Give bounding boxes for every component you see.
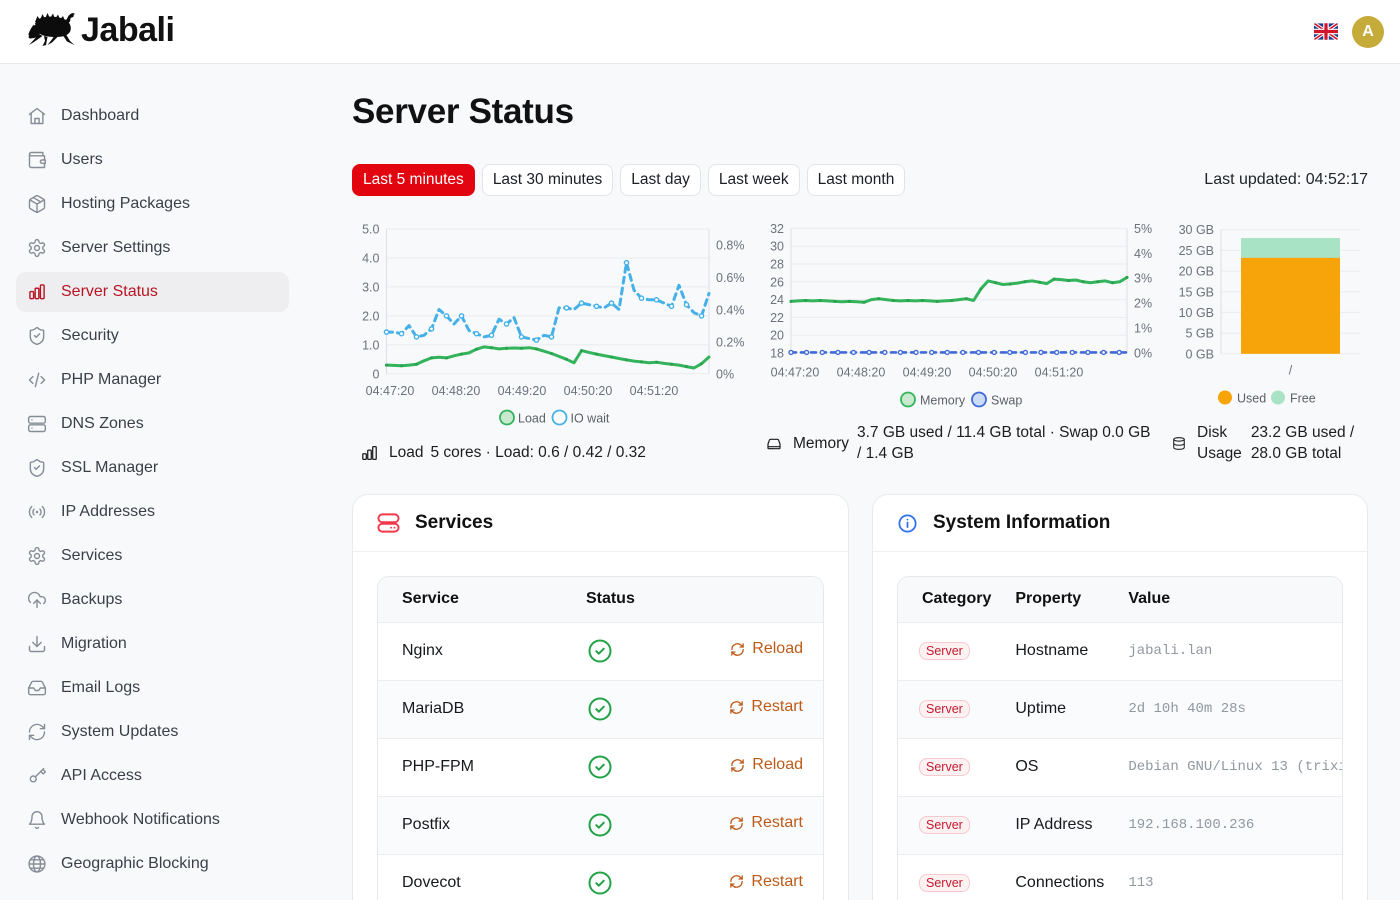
- svg-text:3%: 3%: [1134, 272, 1152, 286]
- svg-text:10 GB: 10 GB: [1179, 306, 1214, 320]
- svg-text:04:48:20: 04:48:20: [432, 384, 481, 398]
- svg-text:20 GB: 20 GB: [1179, 265, 1214, 279]
- svg-text:32: 32: [770, 222, 784, 236]
- svg-text:5.0: 5.0: [362, 223, 379, 237]
- svg-text:04:51:20: 04:51:20: [1035, 366, 1084, 380]
- svg-text:3.0: 3.0: [362, 280, 379, 294]
- svg-text:0.2%: 0.2%: [716, 336, 745, 350]
- svg-text:04:48:20: 04:48:20: [837, 366, 886, 380]
- svg-text:Memory: Memory: [920, 394, 966, 408]
- svg-text:22: 22: [770, 311, 784, 325]
- svg-text:2.0: 2.0: [362, 309, 379, 323]
- svg-text:04:50:20: 04:50:20: [969, 366, 1018, 380]
- svg-text:1.0: 1.0: [362, 338, 379, 352]
- svg-text:18: 18: [770, 347, 784, 361]
- svg-text:28: 28: [770, 258, 784, 272]
- svg-text:1%: 1%: [1134, 322, 1152, 336]
- svg-text:0.6%: 0.6%: [716, 271, 745, 285]
- svg-text:04:50:20: 04:50:20: [564, 384, 613, 398]
- svg-text:0%: 0%: [1134, 347, 1152, 361]
- svg-text:IO wait: IO wait: [571, 412, 610, 426]
- svg-text:30 GB: 30 GB: [1179, 223, 1214, 237]
- svg-text:2%: 2%: [1134, 297, 1152, 311]
- svg-text:4%: 4%: [1134, 247, 1152, 261]
- svg-text:Used: Used: [1237, 392, 1266, 406]
- svg-text:25 GB: 25 GB: [1179, 244, 1214, 258]
- svg-text:Free: Free: [1290, 392, 1316, 406]
- svg-text:04:47:20: 04:47:20: [771, 366, 820, 380]
- svg-text:0.4%: 0.4%: [716, 304, 745, 318]
- svg-text:0%: 0%: [716, 368, 734, 382]
- svg-text:4.0: 4.0: [362, 251, 379, 265]
- svg-text:30: 30: [770, 240, 784, 254]
- svg-text:0: 0: [373, 367, 380, 381]
- svg-text:04:49:20: 04:49:20: [498, 384, 547, 398]
- svg-text:Swap: Swap: [991, 394, 1022, 408]
- svg-text:24: 24: [770, 293, 784, 307]
- svg-text:5 GB: 5 GB: [1186, 327, 1215, 341]
- svg-text:Load: Load: [518, 412, 546, 426]
- svg-text:20: 20: [770, 329, 784, 343]
- svg-text:26: 26: [770, 275, 784, 289]
- svg-text:04:47:20: 04:47:20: [366, 384, 415, 398]
- svg-text:04:49:20: 04:49:20: [903, 366, 952, 380]
- svg-text:0.8%: 0.8%: [716, 239, 745, 253]
- svg-text:5%: 5%: [1134, 222, 1152, 236]
- svg-text:04:51:20: 04:51:20: [630, 384, 679, 398]
- svg-text:0 GB: 0 GB: [1186, 347, 1215, 361]
- svg-text:/: /: [1289, 364, 1293, 378]
- svg-text:15 GB: 15 GB: [1179, 285, 1214, 299]
